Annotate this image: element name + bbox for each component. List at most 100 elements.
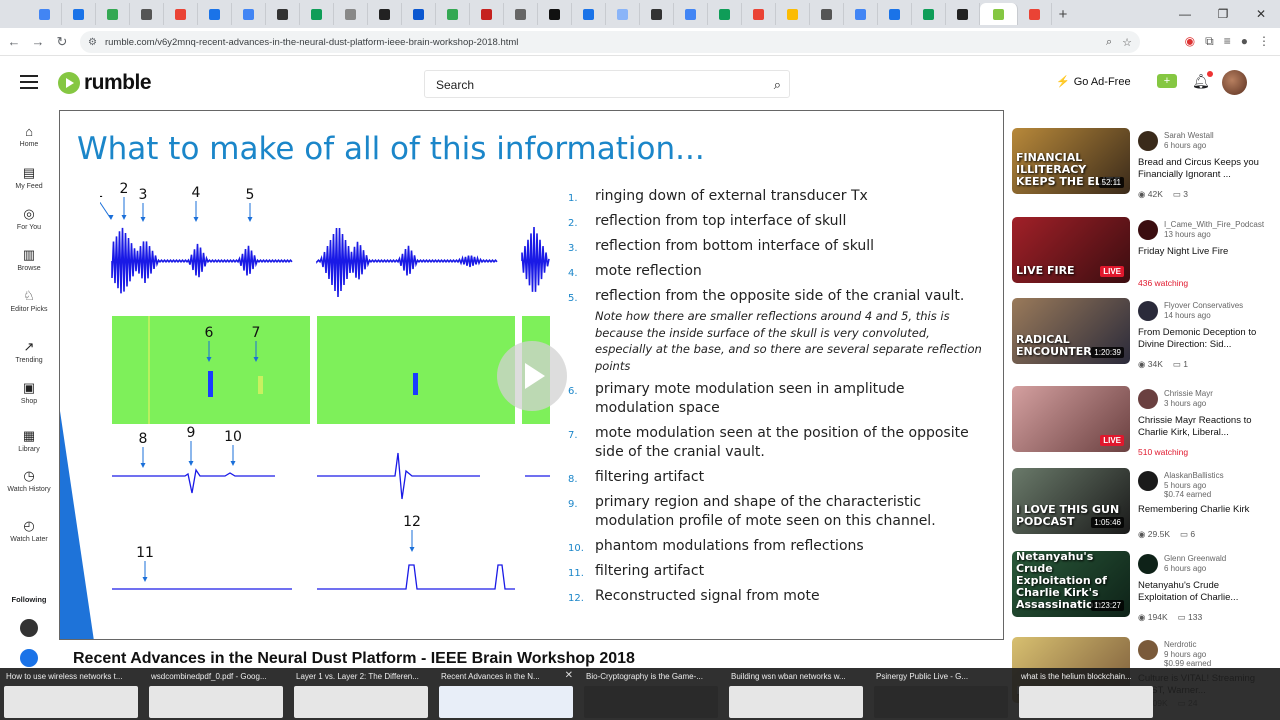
extension-icon[interactable]: ◉ [1185, 34, 1195, 49]
recommended-video[interactable]: I LOVE THIS GUN PODCAST 1:05:46 AlaskanBal… [1012, 468, 1267, 544]
close-tab-icon[interactable]: ✕ [565, 670, 573, 681]
browser-tab[interactable] [1018, 3, 1052, 25]
sidebar-item-trending[interactable]: ↗ Trending [0, 339, 58, 365]
browser-tab[interactable] [776, 3, 810, 25]
minimize-icon[interactable]: — [1166, 0, 1204, 28]
tab-preview[interactable]: How to use wireless networks t... [0, 668, 142, 720]
sidebar-item-watch-later[interactable]: ◴ Watch Later [0, 518, 58, 544]
user-avatar[interactable] [1222, 70, 1247, 95]
browser-tab[interactable] [436, 3, 470, 25]
sidebar-item-editor-picks[interactable]: ♘ Editor Picks [0, 288, 58, 314]
close-window-icon[interactable]: ✕ [1242, 0, 1280, 28]
tab-preview[interactable]: Recent Advances in the N... ✕ [435, 668, 577, 720]
video-thumbnail[interactable]: LIVE [1012, 386, 1130, 452]
video-title-link[interactable]: Chrissie Mayr Reactions to Charlie Kirk,… [1138, 415, 1266, 439]
new-tab-icon[interactable]: + [1052, 6, 1074, 23]
site-info-icon[interactable]: ⚙ [88, 37, 97, 48]
channel-name[interactable]: Nerdrotic [1164, 640, 1268, 649]
restore-icon[interactable]: ❐ [1204, 0, 1242, 28]
browser-tab[interactable] [946, 3, 980, 25]
video-thumbnail[interactable]: LIVE FIRE LIVE [1012, 217, 1130, 283]
browser-tab[interactable] [742, 3, 776, 25]
channel-avatar[interactable] [1138, 471, 1158, 491]
browser-tab[interactable] [980, 3, 1018, 25]
video-thumbnail[interactable]: FINANCIAL ILLITERACY KEEPS THE ELITE 52:1… [1012, 128, 1130, 194]
reload-icon[interactable]: ↻ [50, 34, 74, 50]
browser-tab[interactable] [674, 3, 708, 25]
sidebar-item-watch-history[interactable]: ◷ Watch History [0, 468, 58, 494]
sidebar-item-my-feed[interactable]: ▤ My Feed [0, 165, 58, 191]
video-player[interactable]: What to make of all of this information.… [59, 110, 1004, 640]
recommended-video[interactable]: FINANCIAL ILLITERACY KEEPS THE ELITE 52:1… [1012, 128, 1267, 204]
browser-tab[interactable] [96, 3, 130, 25]
search-box[interactable]: Search ⌕ [424, 70, 790, 98]
channel-avatar[interactable] [1138, 554, 1158, 574]
address-bar[interactable]: ⚙ rumble.com/v6y2mnq-recent-advances-in-… [80, 31, 1140, 53]
channel-name[interactable]: Glenn Greenwald [1164, 554, 1268, 563]
notification-bell-icon[interactable]: 🔔︎ [1192, 71, 1213, 90]
sidebar-item-library[interactable]: ▦ Library [0, 428, 58, 454]
profile-icon[interactable]: ● [1241, 34, 1248, 49]
browser-tab[interactable] [504, 3, 538, 25]
channel-name[interactable]: Chrissie Mayr [1164, 389, 1268, 398]
browser-tab[interactable] [912, 3, 946, 25]
browser-tab[interactable] [878, 3, 912, 25]
browser-tab[interactable] [130, 3, 164, 25]
video-title-link[interactable]: Friday Night Live Fire [1138, 246, 1266, 258]
browser-tab[interactable] [606, 3, 640, 25]
browser-tab[interactable] [334, 3, 368, 25]
channel-name[interactable]: AlaskanBallistics [1164, 471, 1268, 480]
tab-preview[interactable]: Building wsn wban networks w... [725, 668, 867, 720]
go-ad-free-button[interactable]: ⚡ Go Ad-Free [1056, 75, 1131, 88]
reading-list-icon[interactable]: ≡ [1224, 34, 1231, 49]
play-button-icon[interactable] [497, 341, 567, 411]
tab-preview[interactable]: Layer 1 vs. Layer 2: The Differen... [290, 668, 432, 720]
search-input[interactable]: Search [436, 78, 474, 92]
video-title-link[interactable]: Remembering Charlie Kirk [1138, 504, 1266, 516]
browser-tab[interactable] [640, 3, 674, 25]
browser-tab[interactable] [708, 3, 742, 25]
zoom-icon[interactable]: ⌕ [1106, 36, 1112, 49]
bookmark-star-icon[interactable]: ☆ [1122, 36, 1132, 49]
upload-icon[interactable]: + [1157, 74, 1177, 88]
channel-name[interactable]: Sarah Westall [1164, 131, 1268, 140]
puzzle-icon[interactable]: ⧉ [1205, 34, 1214, 49]
browser-tab[interactable] [232, 3, 266, 25]
tab-preview[interactable]: Psinergy Public Live - G... [870, 668, 1012, 720]
search-icon[interactable]: ⌕ [774, 77, 781, 93]
followed-channel-avatar[interactable] [20, 649, 38, 667]
sidebar-item-for-you[interactable]: ◎ For You [0, 206, 58, 232]
channel-avatar[interactable] [1138, 131, 1158, 151]
sidebar-item-browse[interactable]: ▥ Browse [0, 247, 58, 273]
forward-icon[interactable]: → [26, 34, 50, 49]
browser-tab[interactable] [266, 3, 300, 25]
menu-dots-icon[interactable]: ⋮ [1258, 34, 1270, 49]
browser-tab[interactable] [402, 3, 436, 25]
browser-tab[interactable] [62, 3, 96, 25]
browser-tab[interactable] [368, 3, 402, 25]
browser-tab[interactable] [538, 3, 572, 25]
recommended-video[interactable]: LIVE FIRE LIVE I_Came_With_Fire_Podcast 13 … [1012, 217, 1267, 293]
tab-preview[interactable]: what is the helium blockchain... [1015, 668, 1157, 720]
video-thumbnail[interactable]: Netanyahu's Crude Exploitation of Charli… [1012, 551, 1130, 617]
video-title-link[interactable]: From Demonic Deception to Divine Directi… [1138, 327, 1266, 351]
channel-avatar[interactable] [1138, 640, 1158, 660]
recommended-video[interactable]: Netanyahu's Crude Exploitation of Charli… [1012, 551, 1267, 627]
browser-tab[interactable] [198, 3, 232, 25]
browser-tab[interactable] [810, 3, 844, 25]
channel-avatar[interactable] [1138, 389, 1158, 409]
channel-avatar[interactable] [1138, 301, 1158, 321]
browser-tab[interactable] [300, 3, 334, 25]
video-title-link[interactable]: Netanyahu's Crude Exploitation of Charli… [1138, 580, 1266, 604]
tab-preview[interactable]: wsdcombinedpdf_0.pdf - Goog... [145, 668, 287, 720]
tab-preview[interactable]: Bio-Cryptography is the Game-... [580, 668, 722, 720]
hamburger-menu-icon[interactable] [20, 75, 38, 93]
channel-avatar[interactable] [1138, 220, 1158, 240]
channel-name[interactable]: Flyover Conservatives [1164, 301, 1268, 310]
browser-tab[interactable] [28, 3, 62, 25]
back-icon[interactable]: ← [2, 34, 26, 49]
recommended-video[interactable]: RADICAL ENCOUNTER 1:20:39 Flyover Conserva… [1012, 298, 1267, 374]
sidebar-item-shop[interactable]: ▣ Shop [0, 380, 58, 406]
followed-channel-avatar[interactable] [20, 619, 38, 637]
rumble-logo[interactable]: rumble [58, 71, 152, 95]
